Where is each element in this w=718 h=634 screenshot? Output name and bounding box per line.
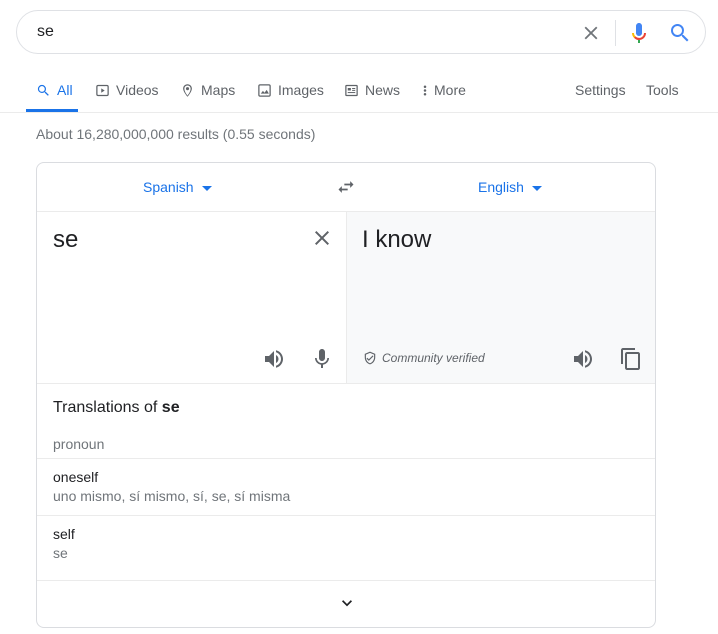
translations-heading-term: se (161, 399, 180, 416)
tab-label: All (57, 82, 73, 98)
clear-search-icon[interactable] (580, 22, 602, 44)
tab-maps[interactable]: Maps (180, 76, 235, 112)
dropdown-caret-icon (201, 185, 212, 191)
tab-images[interactable]: Images (257, 76, 324, 112)
tools-link[interactable]: Tools (646, 76, 679, 112)
translation-word: self (53, 526, 75, 542)
tab-news[interactable]: News (344, 76, 400, 112)
tab-label: Maps (201, 82, 236, 98)
source-language-select[interactable]: Spanish (143, 179, 212, 195)
microphone-icon[interactable] (310, 347, 334, 371)
expand-chevron-icon[interactable] (335, 593, 359, 613)
search-submit-icon[interactable] (668, 21, 692, 45)
tab-more[interactable]: More (421, 76, 466, 112)
dropdown-caret-icon (531, 185, 542, 191)
tools-label: Tools (646, 82, 679, 98)
tab-all[interactable]: All (26, 76, 78, 112)
row-divider (37, 580, 655, 581)
settings-link[interactable]: Settings (575, 76, 626, 112)
tabs-divider (0, 112, 718, 113)
result-stats: About 16,280,000,000 results (0.55 secon… (36, 126, 316, 142)
translation-synonyms: uno mismo, sí mismo, sí, se, sí misma (53, 488, 291, 504)
copy-icon[interactable] (619, 346, 643, 372)
translations-section: Translations of se pronoun oneself uno m… (37, 383, 655, 581)
row-divider (37, 458, 655, 459)
target-language-label: English (478, 179, 524, 195)
community-verified-label: Community verified (382, 351, 485, 365)
tab-label: News (365, 82, 401, 98)
source-language-label: Spanish (143, 179, 194, 195)
more-vert-icon (423, 85, 427, 96)
tab-label: Images (278, 82, 324, 98)
search-divider (615, 20, 616, 46)
translations-heading: Translations of se (53, 399, 180, 417)
target-text: I know (362, 226, 432, 253)
search-tabs: All Videos Maps Images News More Setting… (0, 76, 718, 112)
tab-label: More (434, 82, 466, 98)
translation-synonyms: se (53, 545, 68, 561)
verified-shield-icon (364, 351, 376, 365)
settings-label: Settings (575, 82, 626, 98)
search-input[interactable] (37, 21, 557, 43)
community-verified-badge: Community verified (363, 351, 485, 365)
play-icon (96, 84, 109, 97)
source-text[interactable]: se (53, 226, 78, 254)
swap-languages-icon[interactable] (335, 177, 357, 197)
source-text-pane[interactable]: se (37, 212, 347, 383)
voice-search-icon[interactable] (627, 21, 651, 45)
map-pin-icon (183, 84, 192, 97)
row-divider (37, 515, 655, 516)
tab-label: Videos (116, 82, 159, 98)
tab-videos[interactable]: Videos (95, 76, 159, 112)
image-icon (258, 84, 271, 97)
language-selector-row: Spanish English (37, 163, 655, 212)
translations-heading-prefix: Translations of (53, 399, 162, 416)
speaker-icon[interactable] (262, 347, 286, 371)
search-icon (37, 84, 49, 96)
search-box[interactable] (16, 10, 706, 54)
target-text-pane: I know Community verified (347, 212, 655, 383)
translate-card: Spanish English se I know Community veri… (36, 162, 656, 628)
speaker-icon[interactable] (571, 347, 595, 371)
newspaper-icon (345, 84, 358, 97)
clear-source-icon[interactable] (310, 226, 334, 250)
part-of-speech-label: pronoun (53, 436, 105, 452)
target-language-select[interactable]: English (478, 179, 542, 195)
translation-word: oneself (53, 469, 99, 485)
